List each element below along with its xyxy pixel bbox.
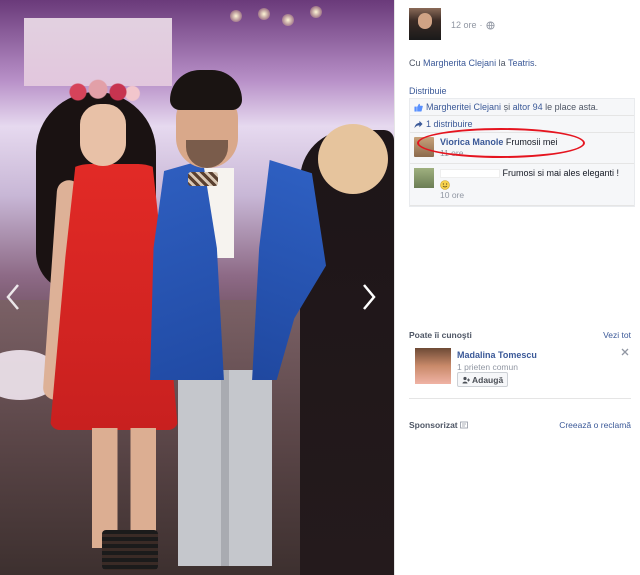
divider (409, 398, 631, 399)
smile-icon (440, 179, 450, 190)
mutual-friends[interactable]: 1 prieten comun (457, 362, 518, 372)
likes-and: și (503, 102, 511, 112)
poster-avatar[interactable] (409, 8, 441, 40)
sponsored-title: Sponsorizat (409, 420, 458, 430)
like-icon (414, 103, 423, 112)
see-all-link[interactable]: Vezi tot (603, 330, 631, 340)
flower-crown (62, 78, 142, 106)
add-friend-label: Adaugă (472, 374, 504, 385)
woman-face (80, 104, 126, 166)
at-word: la (498, 58, 506, 68)
background-person-head (318, 124, 388, 194)
commenter-avatar[interactable] (414, 137, 434, 157)
woman-shoes (102, 530, 158, 570)
previous-photo-button[interactable] (4, 283, 22, 311)
comment-time[interactable]: 10 ore (440, 190, 464, 200)
add-friend-icon (462, 376, 470, 383)
globe-icon[interactable] (485, 20, 495, 30)
photo-viewer (0, 0, 394, 575)
feedback-box: Margheritei Clejani și altor 94 le place… (409, 98, 635, 207)
likes-row: Margheritei Clejani și altor 94 le place… (410, 99, 634, 116)
comment-text: Frumosi si mai ales eleganti ! (502, 168, 620, 178)
pymk-header: Poate îi cunoşti Vezi tot (409, 330, 631, 340)
stage-light (310, 6, 322, 18)
stage-light (282, 14, 294, 26)
bow-tie (188, 172, 218, 186)
comment-time[interactable]: 11 ore (440, 148, 463, 158)
next-photo-button[interactable] (360, 283, 378, 311)
man-hair (170, 70, 242, 110)
ad-icon[interactable] (459, 421, 468, 429)
shares-link[interactable]: 1 distribuire (426, 119, 473, 129)
background-screen (24, 18, 172, 86)
sponsored-title-wrap: Sponsorizat (409, 420, 468, 430)
share-link[interactable]: Distribuie (409, 86, 447, 96)
comment-text: Frumosii mei (505, 137, 558, 147)
shares-row: 1 distribuire (410, 116, 634, 133)
suggested-friend-name[interactable]: Madalina Tomescu (457, 350, 537, 360)
suggested-friend-avatar[interactable] (415, 348, 451, 384)
share-icon (414, 120, 423, 128)
close-icon[interactable] (621, 348, 629, 356)
commenter-avatar[interactable] (414, 168, 434, 188)
tagged-person-link[interactable]: Margherita Clejani (423, 58, 496, 68)
comment-item: Viorica Manole Frumosii mei 11 ore (410, 133, 634, 164)
sponsored-header: Sponsorizat Creează o reclamă (409, 420, 631, 430)
tagged-with-row: Cu Margherita Clejani la Teatris. (409, 58, 537, 68)
pymk-card: Madalina Tomescu 1 prieten comun Adaugă (415, 346, 631, 388)
place-link[interactable]: Teatris (508, 58, 535, 68)
stage-light (258, 8, 270, 20)
likes-others-link[interactable]: altor 94 (513, 102, 543, 112)
chevron-left-icon (6, 284, 19, 310)
likes-suffix: le place asta. (545, 102, 599, 112)
pymk-title: Poate îi cunoşti (409, 330, 472, 340)
comment-author-link[interactable]: Viorica Manole (440, 137, 503, 147)
with-prefix: Cu (409, 58, 421, 68)
likes-person-link[interactable]: Margheritei Clejani (426, 102, 501, 112)
post-time[interactable]: 12 ore (451, 20, 477, 30)
post-sidebar: 12 ore · Cu Margherita Clejani la Teatri… (394, 0, 640, 575)
stage-light (230, 10, 242, 22)
man-trousers (178, 370, 272, 566)
comment-item: Frumosi si mai ales eleganti ! 10 ore (410, 164, 634, 206)
create-ad-link[interactable]: Creează o reclamă (559, 420, 631, 430)
redacted-author (440, 169, 500, 179)
chevron-right-icon (363, 284, 376, 310)
add-friend-button[interactable]: Adaugă (457, 372, 509, 387)
post-timestamp[interactable]: 12 ore · (451, 20, 495, 30)
